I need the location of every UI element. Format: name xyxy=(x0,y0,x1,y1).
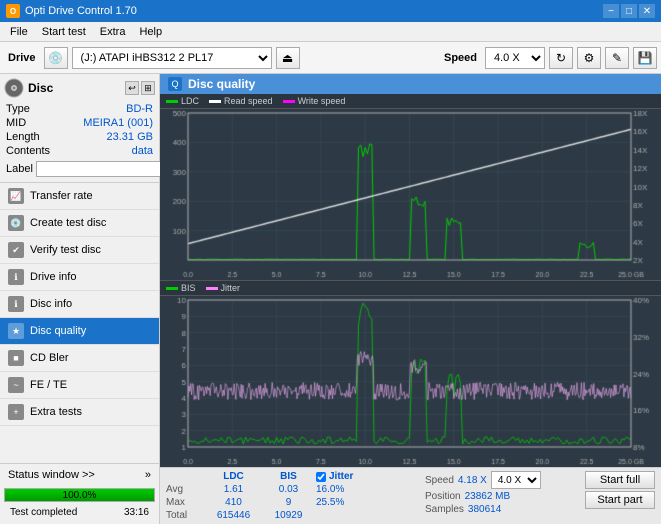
nav-fe-te[interactable]: ~ FE / TE xyxy=(0,372,159,399)
content-area: Q Disc quality LDC Read speed Write spee… xyxy=(160,74,661,524)
speed-select[interactable]: 4.0 X xyxy=(485,47,545,69)
nav-list: 📈 Transfer rate 💿 Create test disc ✔ Ver… xyxy=(0,183,159,426)
create-test-disc-icon: 💿 xyxy=(8,215,24,231)
app-icon: O xyxy=(6,4,20,18)
drive-info-icon: ℹ xyxy=(8,269,24,285)
verify-test-disc-icon: ✔ xyxy=(8,242,24,258)
main-stats: LDC BIS Jitter Avg 1.61 0.03 16.0% Max 4… xyxy=(166,471,415,521)
nav-transfer-rate[interactable]: 📈 Transfer rate xyxy=(0,183,159,210)
disc-btn1[interactable]: ↩ xyxy=(125,81,139,95)
ldc-legend: LDC xyxy=(166,96,199,106)
ldc-color xyxy=(166,100,178,103)
cd-bler-icon: ■ xyxy=(8,350,24,366)
avg-row: Avg 1.61 0.03 16.0% xyxy=(166,484,415,495)
bis-legend: BIS xyxy=(166,283,196,293)
disc-quality-icon: ★ xyxy=(8,323,24,339)
status-time: 33:16 xyxy=(118,505,155,521)
start-full-btn[interactable]: Start full xyxy=(585,471,655,489)
speed-row: Speed 4.18 X 4.0 X xyxy=(425,471,575,489)
settings-btn[interactable]: ⚙ xyxy=(577,47,601,69)
speed-select-small[interactable]: 4.0 X xyxy=(491,471,541,489)
nav-verify-test-disc[interactable]: ✔ Verify test disc xyxy=(0,237,159,264)
refresh-btn[interactable]: ↻ xyxy=(549,47,573,69)
minimize-button[interactable]: − xyxy=(603,4,619,18)
right-stats: Speed 4.18 X 4.0 X Position 23862 MB Sam… xyxy=(425,471,575,521)
drive-icon-btn[interactable]: 💿 xyxy=(44,47,68,69)
status-section: Status window >> » 100.0% Test completed… xyxy=(0,463,159,524)
disc-section: Disc ↩ ⊞ Type BD-R MID MEIRA1 (001) Leng… xyxy=(0,74,159,183)
title-bar: O Opti Drive Control 1.70 − □ ✕ xyxy=(0,0,661,22)
drive-label: Drive xyxy=(4,52,40,64)
write-speed-legend: Write speed xyxy=(283,96,346,106)
label-input[interactable] xyxy=(36,161,174,177)
speed-label: Speed xyxy=(440,52,481,64)
nav-disc-info[interactable]: ℹ Disc info xyxy=(0,291,159,318)
quality-title: Disc quality xyxy=(188,77,255,91)
start-part-btn[interactable]: Start part xyxy=(585,491,655,509)
nav-drive-info[interactable]: ℹ Drive info xyxy=(0,264,159,291)
disc-type-row: Type BD-R xyxy=(4,102,155,116)
app-title: Opti Drive Control 1.70 xyxy=(25,5,137,17)
nav-disc-quality[interactable]: ★ Disc quality xyxy=(0,318,159,345)
read-speed-color xyxy=(209,100,221,103)
top-chart-area xyxy=(160,109,661,280)
jitter-color xyxy=(206,287,218,290)
disc-label-row: Label ✎ xyxy=(4,160,155,178)
extra-tests-icon: + xyxy=(8,404,24,420)
menu-start-test[interactable]: Start test xyxy=(36,24,92,40)
jitter-legend: Jitter xyxy=(206,283,241,293)
quality-header: Q Disc quality xyxy=(160,74,661,94)
disc-length-row: Length 23.31 GB xyxy=(4,130,155,144)
menu-file[interactable]: File xyxy=(4,24,34,40)
top-legend: LDC Read speed Write speed xyxy=(160,94,661,109)
status-window-btn[interactable]: Status window >> » xyxy=(0,464,159,486)
nav-create-test-disc[interactable]: 💿 Create test disc xyxy=(0,210,159,237)
disc-contents-row: Contents data xyxy=(4,144,155,158)
chart-container: LDC Read speed Write speed BIS xyxy=(160,94,661,467)
top-chart-canvas xyxy=(160,109,661,280)
progress-text: 100.0% xyxy=(5,489,154,503)
position-row: Position 23862 MB xyxy=(425,491,575,502)
drive-select[interactable]: (J:) ATAPI iHBS312 2 PL17 xyxy=(72,47,272,69)
disc-icon xyxy=(4,78,24,98)
menu-extra[interactable]: Extra xyxy=(94,24,132,40)
toolbar: Drive 💿 (J:) ATAPI iHBS312 2 PL17 ⏏ Spee… xyxy=(0,42,661,74)
menu-help[interactable]: Help xyxy=(133,24,168,40)
maximize-button[interactable]: □ xyxy=(621,4,637,18)
fe-te-icon: ~ xyxy=(8,377,24,393)
write-btn[interactable]: ✎ xyxy=(605,47,629,69)
bottom-chart-canvas xyxy=(160,296,661,467)
status-completed-text: Test completed xyxy=(4,505,83,521)
total-row: Total 615446 10929 xyxy=(166,510,415,521)
start-buttons: Start full Start part xyxy=(585,471,655,521)
disc-title: Disc xyxy=(28,81,53,95)
write-speed-color xyxy=(283,100,295,103)
transfer-rate-icon: 📈 xyxy=(8,188,24,204)
samples-row: Samples 380614 xyxy=(425,504,575,515)
quality-icon: Q xyxy=(168,77,182,91)
max-row: Max 410 9 25.5% xyxy=(166,497,415,508)
stats-header: LDC BIS Jitter xyxy=(166,471,415,482)
bottom-legend: BIS Jitter xyxy=(160,280,661,296)
eject-btn[interactable]: ⏏ xyxy=(276,47,300,69)
stats-bar: LDC BIS Jitter Avg 1.61 0.03 16.0% Max 4… xyxy=(160,467,661,524)
close-button[interactable]: ✕ xyxy=(639,4,655,18)
menu-bar: File Start test Extra Help xyxy=(0,22,661,42)
main-layout: Disc ↩ ⊞ Type BD-R MID MEIRA1 (001) Leng… xyxy=(0,74,661,524)
disc-btn2[interactable]: ⊞ xyxy=(141,81,155,95)
nav-extra-tests[interactable]: + Extra tests xyxy=(0,399,159,426)
save-btn[interactable]: 💾 xyxy=(633,47,657,69)
progress-bar: 100.0% xyxy=(4,488,155,502)
sidebar: Disc ↩ ⊞ Type BD-R MID MEIRA1 (001) Leng… xyxy=(0,74,160,524)
bis-color xyxy=(166,287,178,290)
read-speed-legend: Read speed xyxy=(209,96,273,106)
jitter-checkbox[interactable] xyxy=(316,472,326,482)
disc-info-icon: ℹ xyxy=(8,296,24,312)
nav-cd-bler[interactable]: ■ CD Bler xyxy=(0,345,159,372)
bottom-chart-area xyxy=(160,296,661,467)
disc-mid-row: MID MEIRA1 (001) xyxy=(4,116,155,130)
